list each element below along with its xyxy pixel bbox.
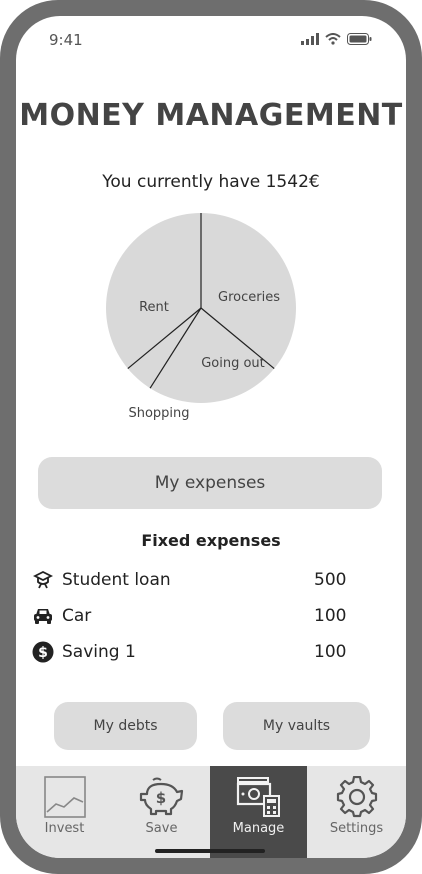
expense-pie-chart: Groceries Going out Shopping Rent — [106, 213, 296, 421]
pie-slice-label: Groceries — [218, 290, 280, 305]
signal-icon — [301, 33, 319, 45]
page-title: MONEY MANAGEMENT — [19, 98, 403, 133]
tab-save[interactable]: $ Save — [113, 766, 210, 858]
tab-label: Manage — [232, 821, 285, 836]
pie-slice-label: Shopping — [128, 406, 189, 421]
expense-label: Student loan — [62, 570, 171, 590]
status-time: 9:41 — [49, 31, 83, 49]
screen: 9:41 MONEY MANAGEMENT You currently have… — [16, 16, 406, 858]
expense-label: Saving 1 — [62, 642, 136, 662]
my-debts-button[interactable]: My debts — [54, 702, 197, 750]
battery-icon — [347, 33, 372, 45]
status-icons — [301, 32, 372, 46]
phone-frame: 9:41 MONEY MANAGEMENT You currently have… — [0, 0, 422, 874]
pie-slice-label: Going out — [201, 356, 265, 371]
tab-settings[interactable]: Settings — [307, 766, 406, 858]
expense-label: Car — [62, 606, 92, 626]
line-chart-icon — [43, 776, 86, 818]
tab-label: Settings — [329, 821, 384, 836]
tab-manage[interactable]: Manage — [210, 766, 307, 858]
expense-amount: 100 — [314, 642, 347, 662]
fixed-expenses-title: Fixed expenses — [141, 531, 281, 550]
expense-amount: 500 — [314, 570, 347, 590]
car-icon — [32, 605, 54, 627]
balance-text: You currently have 1542€ — [102, 172, 320, 192]
dollar-coin-icon: $ — [32, 641, 54, 663]
pie-slice-label: Rent — [139, 300, 169, 315]
expense-amount: 100 — [314, 606, 347, 626]
expense-row-saving-1[interactable]: $ Saving 1 100 — [32, 639, 352, 665]
tab-label: Save — [145, 821, 178, 836]
gear-icon — [336, 776, 377, 818]
piggy-bank-icon: $ — [139, 777, 183, 816]
svg-text:$: $ — [38, 645, 48, 661]
home-indicator — [155, 849, 265, 853]
wifi-icon — [325, 33, 341, 45]
status-bar: 9:41 — [16, 16, 406, 60]
my-expenses-button[interactable]: My expenses — [38, 457, 382, 509]
tab-bar: Invest $ Save Manage Settings — [16, 766, 406, 858]
tab-invest[interactable]: Invest — [16, 766, 113, 858]
tab-label: Invest — [44, 821, 85, 836]
graduate-icon — [32, 569, 54, 591]
my-vaults-button[interactable]: My vaults — [223, 702, 370, 750]
expense-row-car[interactable]: Car 100 — [32, 603, 352, 629]
svg-text:$: $ — [155, 789, 165, 807]
expense-row-student-loan[interactable]: Student loan 500 — [32, 567, 352, 593]
money-calculator-icon — [236, 777, 280, 817]
